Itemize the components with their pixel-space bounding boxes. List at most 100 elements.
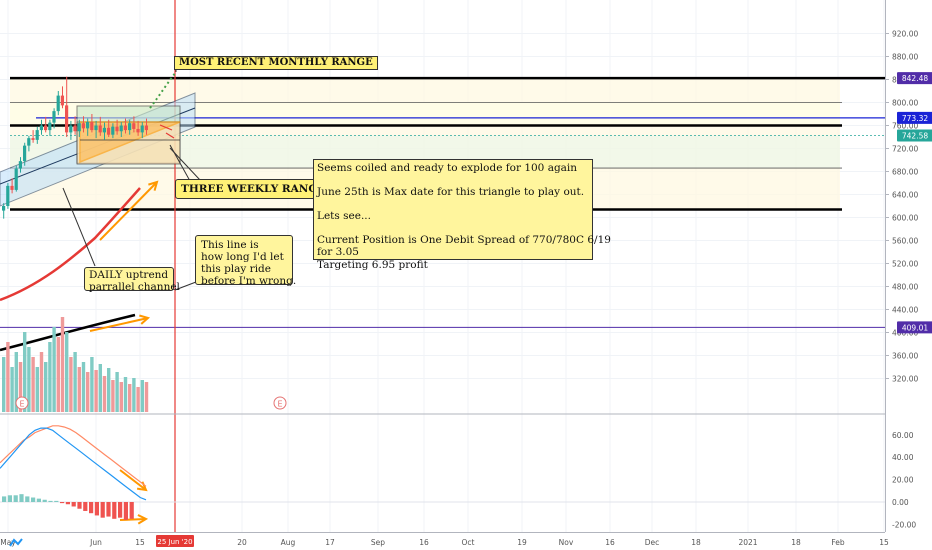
volume-bar [48, 342, 52, 412]
histogram-bar [77, 502, 82, 509]
event-marker-label: E [277, 400, 282, 409]
histogram-bar [65, 502, 70, 505]
note-line: how long I'd let [201, 251, 284, 264]
histogram-bar [54, 500, 59, 502]
candle-body [39, 125, 43, 131]
candle-body [111, 126, 115, 135]
volume-bar [107, 368, 111, 412]
histogram-bar [118, 502, 123, 518]
candle-body [44, 125, 48, 131]
candle-body [115, 126, 119, 132]
oscillator-tick-label: 40.00 [892, 453, 914, 462]
oscillator-tick-label: 0.00 [892, 498, 909, 507]
line-note[interactable]: This line is how long I'd let this play ri… [195, 235, 296, 287]
candle-body [60, 95, 64, 106]
monthly-range-label[interactable]: MOST RECENT MONTHLY RANGE [174, 56, 378, 70]
volume-bar [115, 372, 119, 412]
volume-bar [60, 317, 65, 412]
volume-bar [119, 382, 123, 412]
price-badge-label: 742.58 [902, 132, 928, 141]
volume-bar [35, 367, 39, 412]
price-tick-label: 360.00 [892, 352, 918, 361]
time-tick-label: 19 [517, 538, 527, 547]
histogram-bar [48, 500, 53, 502]
volume-bar [94, 370, 98, 412]
oscillator-tick-label: 60.00 [892, 431, 914, 440]
note-line: Lets see... [317, 210, 371, 223]
candle-body [128, 123, 132, 131]
volume-bar [31, 357, 35, 412]
candle-body [86, 122, 90, 129]
volume-bar [56, 337, 60, 412]
candle-body [27, 138, 31, 146]
price-tick-label: 680.00 [892, 168, 918, 177]
price-tick-label: 720.00 [892, 145, 918, 154]
note-line: DAILY uptrend [89, 269, 169, 281]
channel-note[interactable]: DAILY uptrend parrallel channel [84, 267, 180, 294]
volume-bar [123, 377, 128, 412]
candle-body [18, 161, 22, 169]
volume-bar [44, 362, 48, 412]
note-line: This line is [201, 239, 259, 251]
candle-body [10, 185, 14, 190]
volume-bar [140, 380, 144, 412]
price-badge-label: 773.32 [902, 114, 928, 123]
time-tick-label: 15 [135, 538, 145, 547]
histogram-bar [123, 502, 128, 520]
candle-body [102, 127, 106, 133]
price-tick-label: 480.00 [892, 283, 918, 292]
volume-bar [65, 332, 69, 412]
candle-body [73, 125, 77, 132]
candle-body [90, 122, 94, 131]
time-tick-label: 2021 [738, 538, 757, 547]
main-note[interactable]: Seems coiled and ready to explode for 10… [313, 159, 611, 271]
volume-bar [6, 342, 10, 412]
time-tick-label: 18 [791, 538, 801, 547]
time-tick-label: Dec [645, 538, 660, 547]
histogram-bar [31, 497, 36, 502]
histogram-bar [2, 496, 7, 502]
volume-bar [39, 352, 44, 412]
candle-body [65, 105, 69, 133]
price-tick-label: 640.00 [892, 191, 918, 200]
volume-bar [136, 387, 140, 412]
oscillator-tick-label: -20.00 [892, 520, 916, 529]
candle-body [140, 125, 144, 133]
time-tick-label: Sep [371, 538, 385, 547]
note-line: this play ride [201, 263, 271, 276]
note-line [317, 174, 589, 186]
price-tick-label: 800.00 [892, 99, 918, 108]
time-tick-label: 20 [237, 538, 247, 547]
candle-body [23, 145, 27, 162]
histogram-bar [13, 495, 18, 502]
candle-body [6, 185, 10, 206]
note-line: Seems coiled and ready to explode for 10… [317, 162, 578, 174]
candle-body [2, 206, 6, 211]
histogram-bar [7, 495, 12, 502]
candle-body [81, 123, 85, 129]
price-tick-label: 880.00 [892, 53, 918, 62]
volume-bar [81, 362, 86, 412]
oscillator-tick-label: 20.00 [892, 476, 914, 485]
volume-bar [102, 376, 107, 412]
histogram-bar [94, 502, 99, 516]
volume-bar [98, 364, 102, 412]
volume-bar [69, 357, 73, 412]
time-tick-label: 15 [879, 538, 889, 547]
histogram-bar [71, 502, 76, 507]
note-line: June 25th is Max date for this triangle … [317, 186, 585, 199]
candle-body [14, 168, 18, 190]
price-tick-label: 320.00 [892, 375, 918, 384]
histogram-bar [42, 499, 47, 502]
volume-bar [52, 327, 56, 412]
price-tick-label: 560.00 [892, 237, 918, 246]
time-tick-label: 17 [325, 538, 335, 547]
price-tick-label: 520.00 [892, 260, 918, 269]
note-line [317, 198, 589, 210]
note-line: parrallel channel [89, 281, 180, 294]
time-tick-label: 18 [691, 538, 701, 547]
price-tick-label: 440.00 [892, 306, 918, 315]
time-tick-label: 16 [419, 538, 429, 547]
candle-body [77, 123, 81, 132]
candle-body [52, 111, 56, 123]
